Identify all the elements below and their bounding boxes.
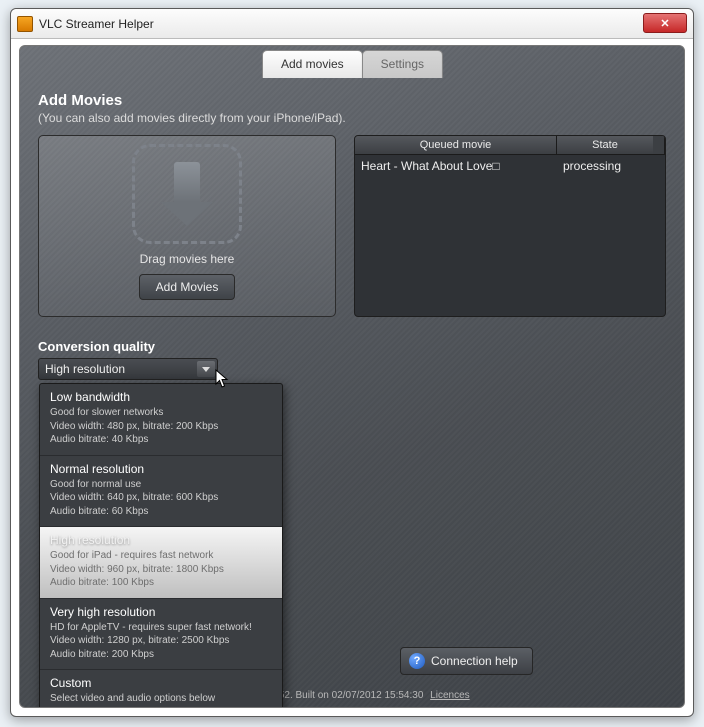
drop-label: Drag movies here [140,252,235,266]
table-row[interactable]: Heart - What About Love□processing [355,155,665,177]
app-window: VLC Streamer Helper ✕ Add movies Setting… [10,8,694,717]
cell-state: processing [563,159,659,173]
close-icon: ✕ [660,17,669,30]
option-name: Normal resolution [50,462,272,476]
client-area: Add movies Settings Add Movies (You can … [19,45,685,708]
page-title: Add Movies [38,92,666,109]
tabs: Add movies Settings [262,50,442,78]
col-spacer [653,136,665,154]
titlebar: VLC Streamer Helper ✕ [11,9,693,39]
add-movies-button[interactable]: Add Movies [139,274,236,300]
close-button[interactable]: ✕ [643,13,687,33]
option-name: High resolution [50,533,272,547]
quality-option[interactable]: Low bandwidth Good for slower networksVid… [40,384,282,456]
quality-label: Conversion quality [38,339,666,354]
drop-zone[interactable]: Drag movies here Add Movies [38,135,336,317]
licences-link[interactable]: Licences [430,690,469,701]
connection-help-button[interactable]: ? Connection help [400,647,533,675]
col-queued-movie[interactable]: Queued movie [355,136,557,154]
option-desc: Select video and audio options below [50,692,272,706]
chevron-down-icon [197,361,215,377]
app-icon [17,16,33,32]
col-state[interactable]: State [557,136,653,154]
option-desc: Good for normal useVideo width: 640 px, … [50,478,272,519]
option-name: Very high resolution [50,605,272,619]
quality-dropdown[interactable]: High resolution [38,358,218,380]
option-desc: HD for AppleTV - requires super fast net… [50,621,272,662]
option-desc: Good for slower networksVideo width: 480… [50,406,272,447]
quality-option[interactable]: High resolution Good for iPad - requires … [40,527,282,599]
option-desc: Good for iPad - requires fast networkVid… [50,549,272,590]
window-title: VLC Streamer Helper [39,17,154,31]
quality-option[interactable]: Normal resolution Good for normal useVide… [40,456,282,528]
quality-popup: Low bandwidth Good for slower networksVid… [39,383,283,708]
option-name: Low bandwidth [50,390,272,404]
mouse-cursor-icon [215,369,229,389]
quality-option[interactable]: Very high resolution HD for AppleTV - req… [40,599,282,671]
tab-add-movies[interactable]: Add movies [262,50,363,78]
queue-table: Queued movie State Heart - What About Lo… [354,135,666,317]
tab-settings[interactable]: Settings [362,50,443,78]
cell-movie: Heart - What About Love□ [361,159,563,173]
queue-header: Queued movie State [355,136,665,155]
help-icon: ? [409,653,425,669]
help-label: Connection help [431,654,518,668]
option-name: Custom [50,676,272,690]
drop-target [132,144,242,244]
quality-selected: High resolution [45,362,125,376]
download-arrow-icon [161,162,213,226]
page-subtitle: (You can also add movies directly from y… [38,111,666,125]
quality-option[interactable]: Custom Select video and audio options bel… [40,670,282,708]
